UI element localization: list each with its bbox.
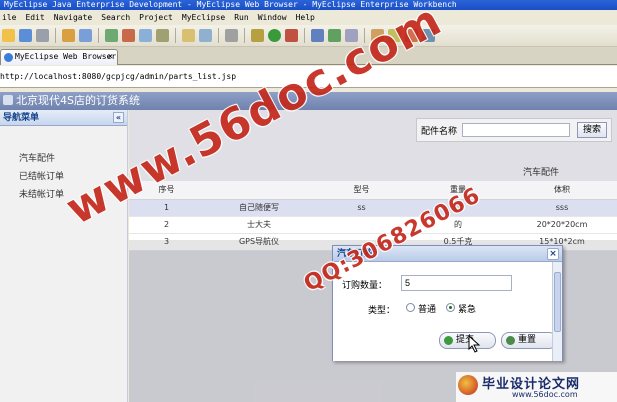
toolbar-separator (175, 28, 176, 43)
menu-file[interactable]: ile (2, 13, 16, 22)
quantity-input[interactable] (401, 275, 512, 291)
menu-bar: ile Edit Navigate Search Project MyEclip… (0, 10, 617, 25)
brand-logo-icon (458, 375, 478, 395)
menu-edit[interactable]: Edit (25, 13, 44, 22)
menu-navigate[interactable]: Navigate (54, 13, 93, 22)
column-header[interactable] (204, 181, 314, 200)
search-label: 配件名称 (421, 127, 458, 137)
table-header-row: 序号 型号 重量 体积 (129, 181, 617, 200)
folder-icon[interactable] (182, 29, 195, 42)
cell-model: ss (314, 199, 409, 217)
search-panel: 配件名称 搜索 (416, 118, 612, 142)
sidebar: 导航菜单 « 汽车配件 已结帐订单 未结帐订单 (0, 110, 128, 402)
menu-run[interactable]: Run (234, 13, 248, 22)
radio-dot (449, 306, 452, 309)
tab-label: MyEclipse Web Browser (15, 52, 117, 61)
radio-normal-label: 普通 (418, 305, 437, 315)
browser-icon[interactable] (139, 29, 152, 42)
server-icon[interactable] (105, 29, 118, 42)
close-icon[interactable]: × (108, 50, 113, 64)
perspective-icon[interactable] (225, 29, 238, 42)
browser-tab-icon (4, 53, 13, 62)
menu-project[interactable]: Project (139, 13, 173, 22)
scrollbar-thumb[interactable] (554, 272, 561, 332)
dialog-scrollbar[interactable] (552, 262, 562, 361)
close-icon[interactable]: × (547, 248, 559, 260)
deploy-icon[interactable] (79, 29, 92, 42)
reset-label: 重置 (518, 335, 537, 345)
part-name-input[interactable] (462, 123, 570, 137)
check-icon (444, 336, 453, 345)
reset-button[interactable]: 重置 (501, 332, 557, 349)
table-row[interactable]: 1 自己随便写 ss ss sss (129, 199, 617, 217)
external-tools-icon[interactable] (285, 29, 298, 42)
collapse-icon[interactable]: « (113, 112, 124, 123)
table-row[interactable]: 2 士大夫 的 20*20*20cm (129, 216, 617, 234)
brand-logo: 毕业设计论文网 www.56doc.com (456, 372, 617, 402)
new-class-icon[interactable] (311, 29, 324, 42)
search-button[interactable]: 搜索 (577, 122, 607, 138)
toolbar-separator (244, 28, 245, 43)
toolbar-separator (218, 28, 219, 43)
dialog-body: 订购数量： 类型： 普通 紧急 提交 重置 (333, 262, 562, 361)
main-toolbar (0, 25, 617, 47)
sidebar-title: 导航菜单 (3, 113, 40, 123)
quantity-label: 订购数量： (342, 281, 388, 291)
app-title: 北京现代4S店的订货系统 (16, 94, 140, 107)
window-title-bar: MyEclipse Java Enterprise Development - … (0, 0, 617, 10)
print-icon[interactable] (36, 29, 49, 42)
save-icon[interactable] (19, 29, 32, 42)
menu-myeclipse[interactable]: MyEclipse (182, 13, 225, 22)
cell-name: 自己随便写 (204, 199, 314, 217)
menu-window[interactable]: Window (258, 13, 287, 22)
cell-name: 士大夫 (204, 216, 314, 234)
toolbar-separator (304, 28, 305, 43)
cell-volume: 20*20*20cm (507, 216, 617, 234)
reset-icon (506, 336, 515, 345)
cell-no: 2 (129, 216, 204, 234)
run-icon[interactable] (268, 29, 281, 42)
app-logo-icon (3, 95, 13, 105)
cursor-icon (468, 335, 481, 353)
toolbar-separator (98, 28, 99, 43)
window-icon[interactable] (199, 29, 212, 42)
radio-urgent-label: 紧急 (458, 305, 477, 315)
radio-urgent[interactable] (446, 303, 455, 312)
tab-web-browser[interactable]: MyEclipse Web Browser × (0, 49, 118, 65)
column-header[interactable]: 型号 (314, 181, 409, 200)
new-file-icon[interactable] (2, 29, 15, 42)
radio-normal[interactable] (406, 303, 415, 312)
menu-help[interactable]: Help (296, 13, 315, 22)
toolbar-separator (55, 28, 56, 43)
brand-url: www.56doc.com (512, 390, 578, 399)
cell-volume: sss (507, 199, 617, 217)
build-icon[interactable] (62, 29, 75, 42)
globe-icon[interactable] (156, 29, 169, 42)
type-label: 类型： (368, 306, 396, 316)
menu-search[interactable]: Search (101, 13, 130, 22)
sidebar-header: 导航菜单 « (0, 110, 127, 126)
column-header[interactable]: 体积 (507, 181, 617, 200)
debug-icon[interactable] (251, 29, 264, 42)
stop-icon[interactable] (122, 29, 135, 42)
